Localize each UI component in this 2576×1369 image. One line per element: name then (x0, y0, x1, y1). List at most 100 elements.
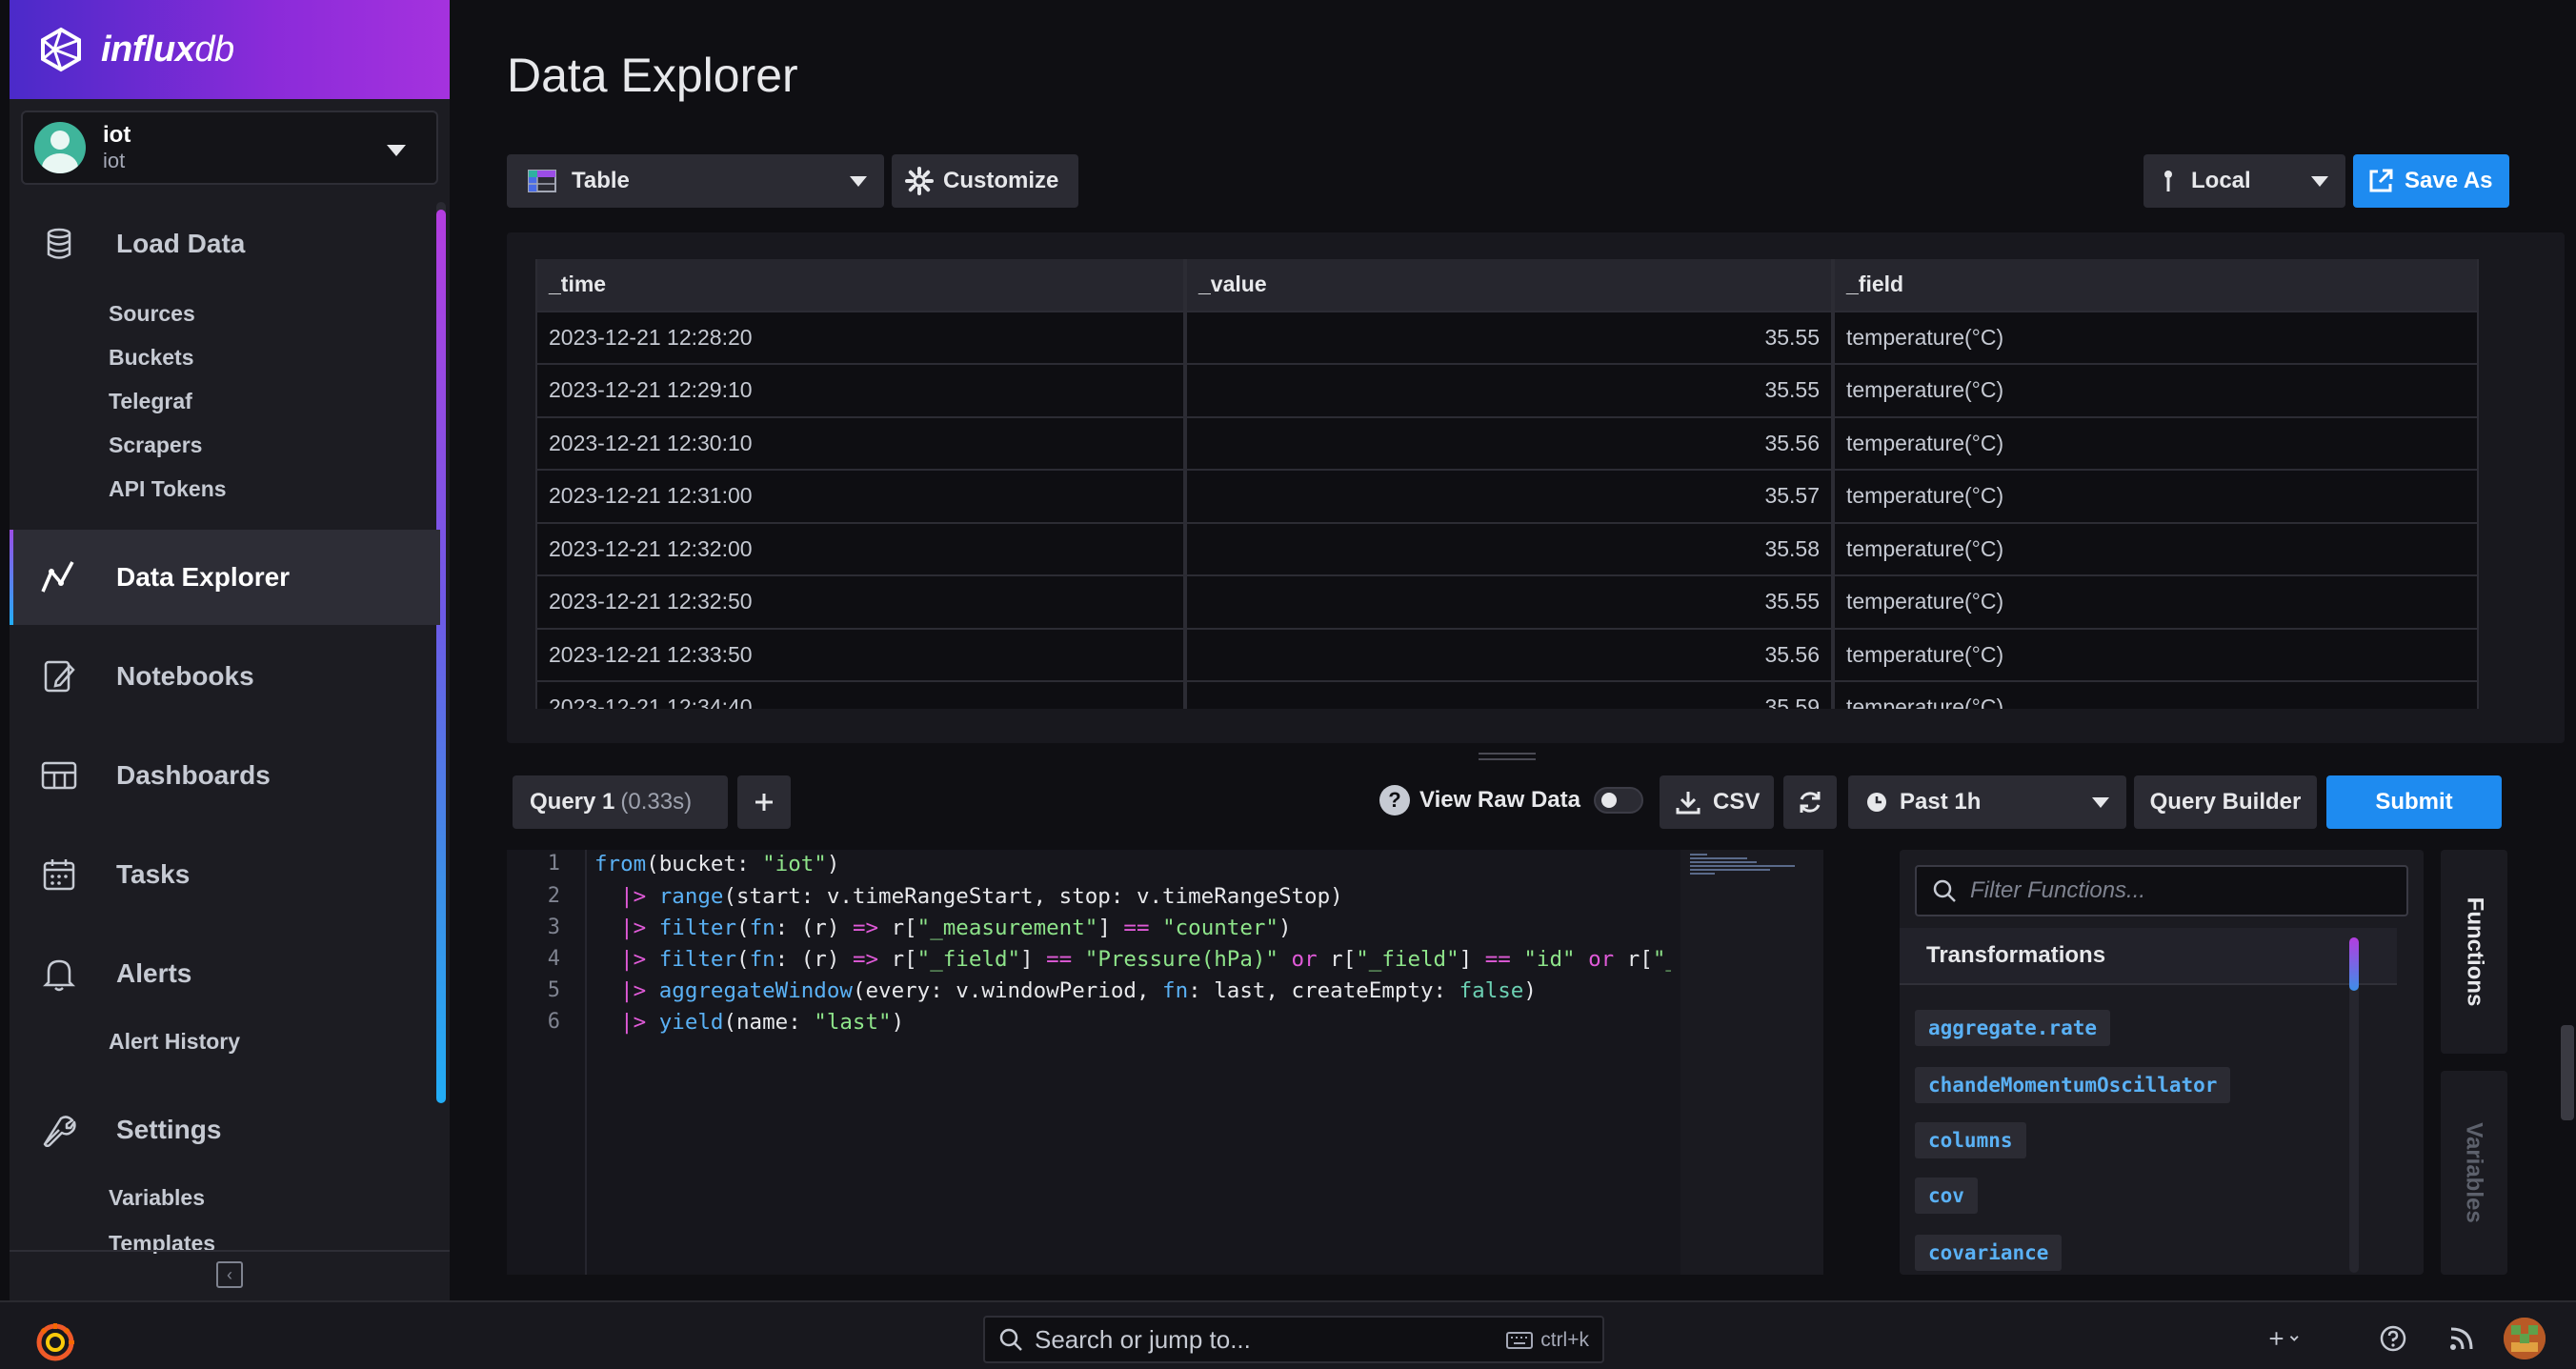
sub-item-buckets[interactable]: Buckets (109, 345, 193, 371)
sub-item-alert-history[interactable]: Alert History (109, 1029, 240, 1055)
nav-label-dashboards: Dashboards (116, 760, 271, 790)
nav-label-settings: Settings (116, 1115, 222, 1144)
query-tab-time: (0.33s) (620, 789, 693, 815)
news-feed-button[interactable] (2445, 1321, 2479, 1356)
nav-item-dashboards[interactable]: Dashboards (10, 728, 440, 823)
time-range-label: Past 1h (1900, 789, 1982, 815)
column-header-field[interactable]: _field (1833, 259, 2479, 311)
column-header-time[interactable]: _time (535, 259, 1185, 311)
function-item[interactable]: columns (1915, 1122, 2026, 1158)
submit-button[interactable]: Submit (2326, 775, 2502, 829)
table-row: 2023-12-21 12:28:20 35.55 temperature(°C) (535, 312, 2479, 365)
code-line: |> yield(name: "last") (620, 1010, 905, 1035)
line-number: 5 (547, 978, 560, 1002)
flux-editor[interactable]: 1 2 3 4 5 6 from(bucket: "iot") |> range… (507, 850, 1823, 1275)
add-query-button[interactable] (737, 775, 791, 829)
panel-resize-handle[interactable] (1479, 753, 1536, 760)
chevron-down-icon (2311, 176, 2328, 187)
timezone-dropdown[interactable]: Local (2143, 154, 2345, 208)
code-line: |> range(start: v.timeRangeStart, stop: … (620, 884, 1343, 909)
nav-item-tasks[interactable]: Tasks (10, 827, 440, 922)
csv-label: CSV (1713, 789, 1761, 815)
shortcut-label: ctrl+k (1540, 1329, 1589, 1351)
help-button[interactable] (2376, 1321, 2410, 1356)
sub-item-api-tokens[interactable]: API Tokens (109, 476, 227, 502)
tab-variables[interactable]: Variables (2441, 1071, 2507, 1275)
nav-item-load-data[interactable]: Load Data (10, 196, 440, 292)
help-icon[interactable]: ? (1379, 785, 1410, 815)
sub-item-variables[interactable]: Variables (109, 1185, 205, 1211)
filter-functions-input[interactable] (1970, 877, 2389, 904)
function-item[interactable]: covariance (1915, 1235, 2063, 1271)
filter-functions-field[interactable] (1915, 865, 2408, 916)
sub-item-scrapers[interactable]: Scrapers (109, 433, 202, 458)
keyboard-shortcut-hint: ctrl+k (1506, 1329, 1589, 1352)
table-header-row: _time _value _field (535, 259, 2479, 312)
plus-icon (755, 794, 773, 811)
csv-download-button[interactable]: CSV (1660, 775, 1774, 829)
function-item[interactable]: aggregate.rate (1915, 1010, 2111, 1046)
org-switcher[interactable]: iot iot (21, 111, 438, 185)
refresh-button[interactable] (1783, 775, 1837, 829)
user-profile-avatar[interactable] (2504, 1318, 2546, 1359)
export-icon (2369, 169, 2393, 192)
cell-field: temperature(°C) (1833, 682, 2479, 709)
nav-item-settings[interactable]: Settings (10, 1082, 440, 1178)
line-number: 1 (547, 852, 560, 876)
function-item[interactable]: chandeMomentumOscillator (1915, 1067, 2231, 1103)
plus-chevron-icon (2269, 1332, 2299, 1345)
page-scrollbar[interactable] (2561, 1025, 2574, 1120)
timezone-label: Local (2191, 168, 2251, 193)
clock-icon (1867, 793, 1886, 812)
time-range-dropdown[interactable]: Past 1h (1848, 775, 2126, 829)
sub-item-telegraf[interactable]: Telegraf (109, 389, 192, 414)
functions-scrollbar[interactable] (2349, 937, 2359, 1273)
view-raw-data-control[interactable]: ? View Raw Data (1379, 785, 1643, 815)
column-header-value[interactable]: _value (1185, 259, 1833, 311)
cell-time: 2023-12-21 12:31:00 (535, 471, 1185, 522)
customize-button[interactable]: Customize (892, 154, 1078, 208)
cell-field: temperature(°C) (1833, 523, 2479, 574)
question-circle-icon (2380, 1325, 2406, 1352)
brand-header[interactable]: influxdb (10, 0, 450, 99)
query-builder-button[interactable]: Query Builder (2134, 775, 2317, 829)
editor-minimap[interactable] (1680, 850, 1823, 1275)
org-sub: iot (103, 149, 126, 172)
add-new-button[interactable] (2269, 1321, 2304, 1356)
collapse-sidebar-button[interactable]: ‹ (10, 1250, 450, 1298)
chevron-down-icon (850, 176, 867, 187)
sub-item-sources[interactable]: Sources (109, 301, 195, 327)
query-tab[interactable]: Query 1 (0.33s) (513, 775, 728, 829)
submit-label: Submit (2375, 789, 2453, 815)
nav-item-data-explorer[interactable]: Data Explorer (10, 530, 440, 625)
cell-time: 2023-12-21 12:30:10 (535, 417, 1185, 469)
cell-time: 2023-12-21 12:28:20 (535, 312, 1185, 363)
customize-label: Customize (943, 168, 1059, 193)
nav-label-alerts: Alerts (116, 958, 192, 988)
view-raw-data-label: View Raw Data (1419, 787, 1580, 813)
calendar-icon (40, 856, 78, 894)
line-number: 6 (547, 1010, 560, 1034)
tab-functions[interactable]: Functions (2441, 850, 2507, 1054)
table-row: 2023-12-21 12:32:00 35.58 temperature(°C) (535, 523, 2479, 576)
global-search-field[interactable]: ctrl+k (983, 1316, 1604, 1363)
nav-label-data-explorer: Data Explorer (116, 562, 291, 592)
functions-category-heading: Transformations (1900, 928, 2397, 985)
visualization-type-dropdown[interactable]: Table (507, 154, 884, 208)
view-raw-data-toggle[interactable] (1593, 787, 1643, 814)
results-panel: _time _value _field 2023-12-21 12:28:20 3… (507, 232, 2565, 743)
table-row: 2023-12-21 12:31:00 35.57 temperature(°C) (535, 471, 2479, 524)
page-title: Data Explorer (507, 49, 798, 102)
nav-label-tasks: Tasks (116, 859, 191, 889)
refresh-icon (1800, 792, 1821, 813)
cell-value: 35.56 (1185, 417, 1833, 469)
grafana-logo-icon[interactable] (34, 1321, 76, 1363)
nav-item-alerts[interactable]: Alerts (10, 926, 440, 1021)
global-search-input[interactable] (1035, 1324, 1454, 1355)
grafana-bottom-bar: ctrl+k (0, 1300, 2576, 1369)
nav-item-notebooks[interactable]: Notebooks (10, 629, 440, 724)
save-as-button[interactable]: Save As (2353, 154, 2509, 208)
function-item[interactable]: cov (1915, 1178, 1978, 1214)
cell-field: temperature(°C) (1833, 576, 2479, 628)
line-number: 4 (547, 947, 560, 971)
